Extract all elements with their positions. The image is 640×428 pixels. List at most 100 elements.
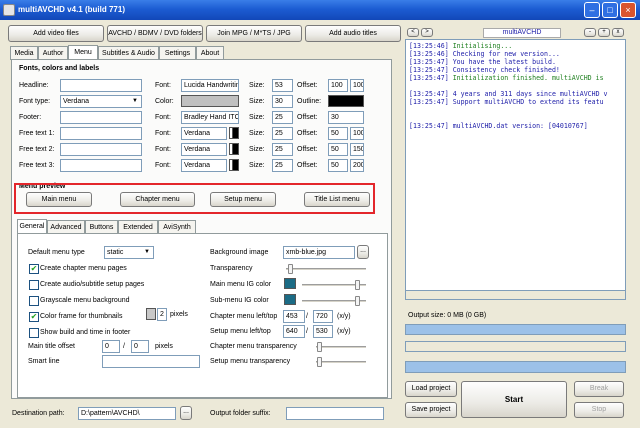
maximize-icon[interactable]: □ bbox=[602, 2, 618, 18]
free-text-1-offset-x[interactable]: 50 bbox=[328, 127, 348, 140]
sub-menu-color-thumb[interactable] bbox=[355, 296, 360, 306]
start-button[interactable]: Start bbox=[461, 381, 567, 418]
free-text-2-size-field[interactable]: 25 bbox=[272, 143, 293, 156]
sub-menu-color-swatch[interactable] bbox=[284, 294, 296, 305]
free-text-2-outline-swatch[interactable] bbox=[232, 143, 239, 155]
avchd-folders-button[interactable]: AVCHD / BDMV / DVD folders bbox=[107, 25, 203, 42]
transparency-slider[interactable] bbox=[286, 264, 366, 274]
free-text-1-input[interactable] bbox=[60, 127, 142, 140]
font-type-select[interactable]: Verdana ▼ bbox=[60, 95, 142, 108]
load-project-button[interactable]: Load project bbox=[405, 381, 457, 397]
font-type-size-field[interactable]: 30 bbox=[272, 95, 293, 108]
footer-font-field[interactable]: Bradley Hand ITC bbox=[181, 111, 239, 124]
log-next-button[interactable]: > bbox=[421, 28, 433, 37]
tab-buttons[interactable]: Buttons bbox=[85, 220, 118, 234]
chapter-left-field[interactable]: 453 bbox=[283, 310, 305, 323]
setup-menu-button[interactable]: Setup menu bbox=[210, 192, 276, 207]
outline-color-swatch[interactable] bbox=[328, 95, 364, 107]
footer-size-field[interactable]: 25 bbox=[272, 111, 293, 124]
show-build-checkbox[interactable] bbox=[29, 328, 39, 338]
free-text-3-offset-y[interactable]: 200 bbox=[350, 159, 364, 172]
tab-media[interactable]: Media bbox=[10, 46, 38, 60]
headline-font-field[interactable]: Lucida Handwriting bbox=[181, 79, 239, 92]
main-menu-color-thumb[interactable] bbox=[355, 280, 360, 290]
chapter-transparency-thumb[interactable] bbox=[317, 342, 322, 352]
free-text-2-input[interactable] bbox=[60, 143, 142, 156]
headline-size-field[interactable]: 53 bbox=[272, 79, 293, 92]
tab-avisynth[interactable]: AviSynth bbox=[158, 220, 196, 234]
sub-menu-color-slider[interactable] bbox=[302, 296, 366, 306]
close-icon[interactable]: × bbox=[620, 2, 636, 18]
add-video-files-button[interactable]: Add video files bbox=[8, 25, 104, 42]
grayscale-background-checkbox[interactable] bbox=[29, 296, 39, 306]
setup-left-field[interactable]: 640 bbox=[283, 325, 305, 338]
footer-offset-x[interactable]: 30 bbox=[328, 111, 364, 124]
log-close-button[interactable]: x bbox=[612, 28, 624, 37]
free-text-1-size-field[interactable]: 25 bbox=[272, 127, 293, 140]
free-text-3-offset-x[interactable]: 50 bbox=[328, 159, 348, 172]
tab-advanced[interactable]: Advanced bbox=[47, 220, 85, 234]
transparency-slider-thumb[interactable] bbox=[288, 264, 293, 274]
free-text-2-offset-x[interactable]: 50 bbox=[328, 143, 348, 156]
tab-menu[interactable]: Menu bbox=[68, 45, 98, 60]
free-text-3-input[interactable] bbox=[60, 159, 142, 172]
headline-input[interactable] bbox=[60, 79, 142, 92]
background-browse-button[interactable]: ... bbox=[357, 245, 369, 259]
grayscale-background-label: Grayscale menu background bbox=[40, 297, 130, 304]
save-project-button[interactable]: Save project bbox=[405, 402, 457, 418]
main-title-offset-x[interactable]: 0 bbox=[102, 340, 120, 353]
add-audio-titles-button[interactable]: Add audio titles bbox=[305, 25, 401, 42]
stop-button[interactable]: Stop bbox=[574, 402, 624, 418]
main-menu-color-swatch[interactable] bbox=[284, 278, 296, 289]
free-text-1-font-field[interactable]: Verdana bbox=[181, 127, 227, 140]
frame-pixels-field[interactable]: 2 bbox=[157, 308, 167, 321]
destination-field[interactable]: D:\pattern\AVCHD\ bbox=[78, 407, 176, 420]
smart-line-input[interactable] bbox=[102, 355, 200, 368]
log-plus-button[interactable]: + bbox=[598, 28, 610, 37]
log-minus-button[interactable]: - bbox=[584, 28, 596, 37]
free-text-3-outline-swatch[interactable] bbox=[232, 159, 239, 171]
free-text-3-font-field[interactable]: Verdana bbox=[181, 159, 227, 172]
setup-top-field[interactable]: 530 bbox=[313, 325, 333, 338]
tab-about[interactable]: About bbox=[196, 46, 224, 60]
break-button[interactable]: Break bbox=[574, 381, 624, 397]
tab-settings[interactable]: Settings bbox=[159, 46, 196, 60]
tab-subtitles-audio[interactable]: Subtitles & Audio bbox=[98, 46, 159, 60]
setup-transparency-thumb[interactable] bbox=[317, 357, 322, 367]
suffix-field[interactable] bbox=[286, 407, 384, 420]
tab-general[interactable]: General bbox=[17, 219, 47, 234]
log-hscrollbar[interactable] bbox=[405, 290, 626, 300]
color-frame-checkbox[interactable]: ✔ bbox=[29, 312, 39, 322]
destination-browse-button[interactable]: ... bbox=[180, 406, 192, 420]
chapter-transparency-slider[interactable] bbox=[316, 342, 366, 352]
minimize-icon[interactable]: – bbox=[584, 2, 600, 18]
free-text-1-outline-swatch[interactable] bbox=[232, 127, 239, 139]
create-chapter-pages-checkbox[interactable]: ✔ bbox=[29, 264, 39, 274]
chapter-menu-button[interactable]: Chapter menu bbox=[120, 192, 195, 207]
setup-transparency-slider[interactable] bbox=[316, 357, 366, 367]
join-mpg-button[interactable]: Join MPG / M*TS / JPG bbox=[206, 25, 302, 42]
main-menu-button[interactable]: Main menu bbox=[26, 192, 92, 207]
title-list-menu-button[interactable]: Title List menu bbox=[304, 192, 370, 207]
default-menu-type-select[interactable]: static ▼ bbox=[104, 246, 154, 259]
log-line: [13:25:46] Initialising... bbox=[409, 42, 622, 50]
headline-offset-x[interactable]: 100 bbox=[328, 79, 348, 92]
free-text-1-offset-y[interactable]: 100 bbox=[350, 127, 364, 140]
free-text-2-font-field[interactable]: Verdana bbox=[181, 143, 227, 156]
log-timestamp: [13:25:47] bbox=[409, 74, 449, 82]
free-text-3-size-field[interactable]: 25 bbox=[272, 159, 293, 172]
headline-color-swatch[interactable] bbox=[181, 95, 239, 107]
free-text-2-offset-y[interactable]: 150 bbox=[350, 143, 364, 156]
frame-color-swatch[interactable] bbox=[146, 308, 156, 320]
create-audio-setup-checkbox[interactable] bbox=[29, 280, 39, 290]
headline-offset-y[interactable]: 100 bbox=[350, 79, 364, 92]
tab-extended[interactable]: Extended bbox=[118, 220, 158, 234]
log-prev-button[interactable]: < bbox=[407, 28, 419, 37]
background-image-field[interactable]: xmb-blue.jpg bbox=[283, 246, 355, 259]
footer-input[interactable] bbox=[60, 111, 142, 124]
log-line: [13:25:47] Support multiAVCHD to extend i… bbox=[409, 98, 622, 106]
tab-author[interactable]: Author bbox=[38, 46, 68, 60]
main-title-offset-y[interactable]: 0 bbox=[131, 340, 149, 353]
main-menu-color-slider[interactable] bbox=[302, 280, 366, 290]
chapter-top-field[interactable]: 720 bbox=[313, 310, 333, 323]
